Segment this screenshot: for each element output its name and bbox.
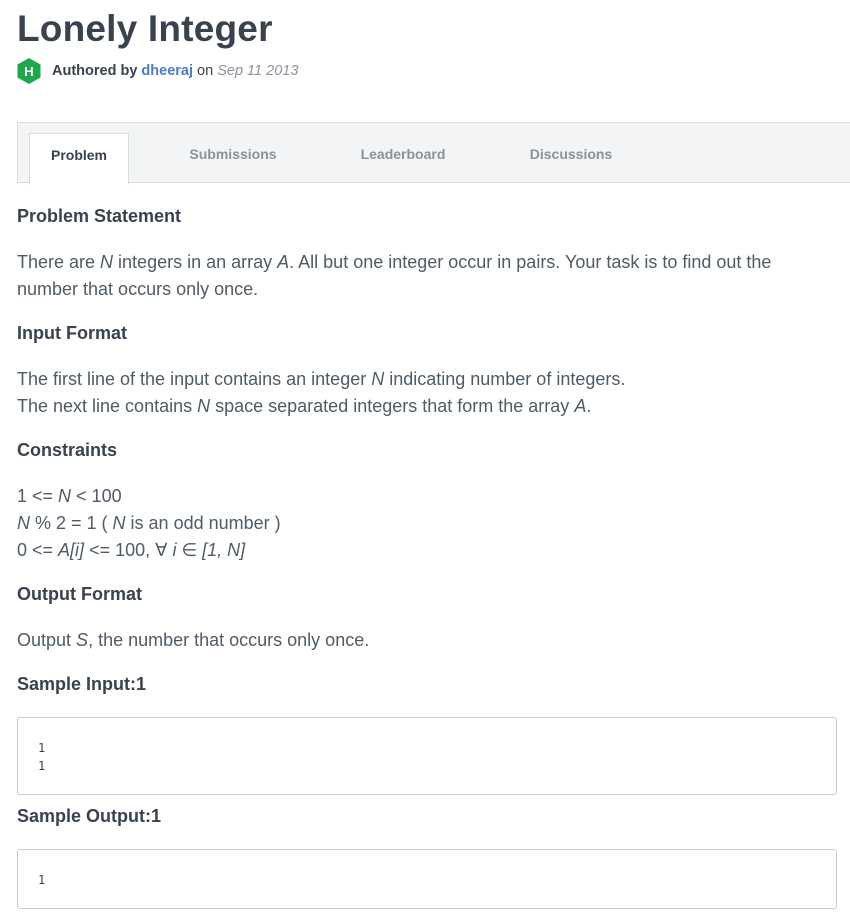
sample-input-code: 1 1 bbox=[38, 741, 46, 773]
sample-output-heading: Sample Output:1 bbox=[17, 806, 162, 826]
input-format-heading: Input Format bbox=[17, 323, 127, 343]
input-format-text: The first line of the input contains an … bbox=[17, 369, 626, 416]
tab-problem[interactable]: Problem bbox=[29, 133, 129, 185]
author-info: Authored by dheeraj on Sep 11 2013 bbox=[52, 63, 298, 79]
tab-submissions[interactable]: Submissions bbox=[168, 133, 298, 184]
tab-discussions[interactable]: Discussions bbox=[506, 133, 636, 184]
logo-letter: H bbox=[24, 64, 33, 79]
sample-input-heading: Sample Input:1 bbox=[17, 674, 147, 694]
problem-statement-heading: Problem Statement bbox=[17, 206, 182, 226]
tab-bar: Problem Submissions Leaderboard Discussi… bbox=[17, 122, 850, 185]
constraints-heading: Constraints bbox=[17, 440, 118, 460]
author-on: on bbox=[197, 63, 214, 79]
constraints-text: 1 <= N < 100 N % 2 = 1 ( N is an odd numb… bbox=[17, 486, 281, 560]
page-title: Lonely Integer bbox=[17, 8, 273, 49]
sample-output-code: 1 bbox=[38, 873, 46, 887]
author-link[interactable]: dheeraj bbox=[141, 63, 193, 79]
author-prefix: Authored by bbox=[52, 63, 138, 79]
problem-statement-text: There are N integers in an array A. All … bbox=[17, 252, 772, 299]
tab-leaderboard[interactable]: Leaderboard bbox=[338, 133, 468, 184]
hackerrank-logo-icon: H bbox=[17, 58, 41, 84]
output-format-heading: Output Format bbox=[17, 584, 142, 604]
author-date: Sep 11 2013 bbox=[217, 63, 299, 79]
sample-output-box: 1 bbox=[17, 849, 837, 909]
sample-input-box: 1 1 bbox=[17, 717, 837, 795]
output-format-text: Output S, the number that occurs only on… bbox=[17, 630, 370, 650]
author-row: H Authored by dheeraj on Sep 11 2013 bbox=[17, 58, 298, 84]
